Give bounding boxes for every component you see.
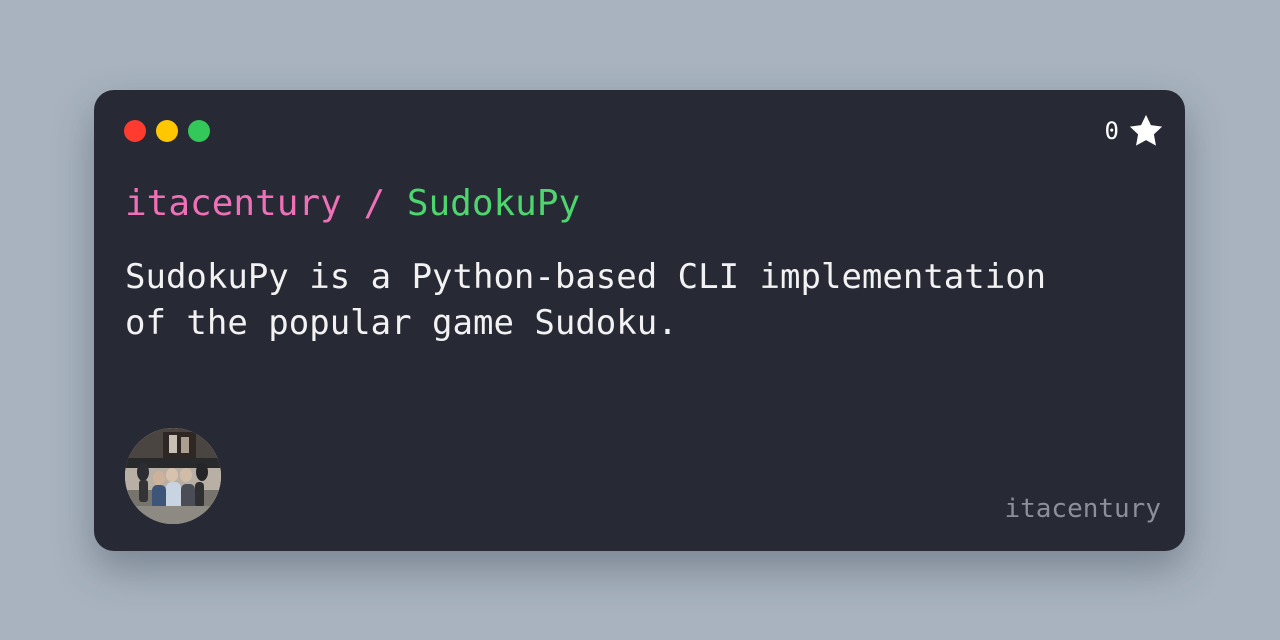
star-count-value: 0 [1104,117,1119,145]
repository-description: SudokuPy is a Python-based CLI implement… [125,257,1047,343]
avatar [125,428,221,524]
minimize-dot [156,120,178,142]
repository-name: SudokuPy [406,183,581,224]
star-icon [1127,112,1165,150]
close-dot [124,120,146,142]
maximize-dot [188,120,210,142]
star-count: 0 [1105,112,1165,150]
window-controls [124,120,210,142]
repository-owner: itacentury [125,183,342,224]
repository-separator: / [363,183,386,224]
user-avatar-photo [125,428,221,524]
username: itacentury [1004,494,1161,524]
repository-title: itacentury / SudokuPy [125,182,580,226]
repository-card: 0 itacentury / SudokuPy SudokuPy is a Py… [94,90,1185,551]
